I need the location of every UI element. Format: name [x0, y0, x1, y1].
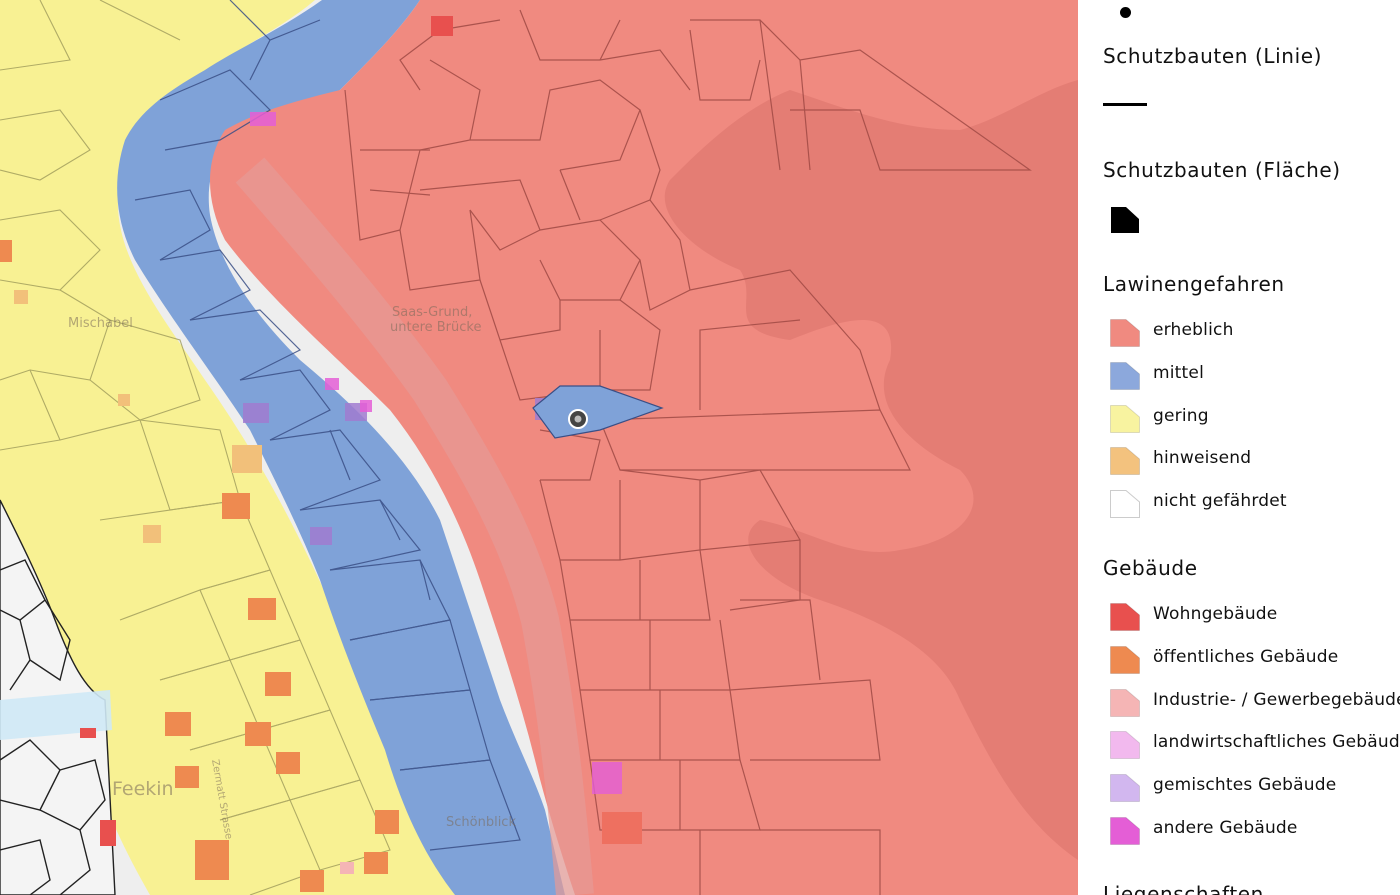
map-pin-marker-icon[interactable]: [568, 409, 588, 429]
legend-hazard-swatch: [1110, 490, 1140, 518]
legend-hazard-swatch: [1110, 361, 1140, 390]
legend-hazard-swatch: [1110, 319, 1140, 347]
line-symbol-icon: [1103, 103, 1147, 106]
hazard-map-canvas[interactable]: Saas-Grund, untere Brücke Mischabel Feek…: [0, 0, 1078, 895]
map-label-mischabel: Mischabel: [68, 316, 133, 331]
legend-title-liegenschaften: Liegenschaften: [1103, 882, 1264, 895]
legend-building-swatch: [1110, 603, 1140, 631]
legend-building-label: landwirtschaftliches Gebäude: [1153, 732, 1400, 753]
polygon-symbol-icon: [1110, 205, 1140, 239]
legend-building-label: Industrie- / Gewerbegebäude: [1153, 689, 1400, 710]
map-label-untere-brucke: untere Brücke: [390, 320, 481, 335]
legend-building-label: öffentliches Gebäude: [1153, 646, 1339, 667]
legend-building-swatch: [1110, 816, 1140, 845]
legend-hazard-label: mittel: [1153, 362, 1204, 383]
legend-building-swatch: [1110, 774, 1140, 802]
legend-title-schutzbauten-flache: Schutzbauten (Fläche): [1103, 158, 1341, 182]
map-label-feekin: Feekin: [112, 778, 174, 800]
legend-hazard-swatch: [1110, 404, 1140, 433]
legend-building-label: andere Gebäude: [1153, 817, 1298, 838]
map-label-schonblick: Schönblick: [446, 815, 516, 830]
legend-title-schutzbauten-linie: Schutzbauten (Linie): [1103, 44, 1323, 68]
legend-title-lawinengefahren: Lawinengefahren: [1103, 272, 1285, 296]
point-symbol-icon: [1120, 7, 1131, 18]
legend-building-label: Wohngebäude: [1153, 604, 1278, 624]
legend-building-swatch: [1110, 731, 1140, 760]
legend-title-gebaude: Gebäude: [1103, 556, 1198, 580]
legend-building-swatch: [1110, 688, 1140, 717]
legend-hazard-label: hinweisend: [1153, 448, 1252, 469]
legend-building-label: gemischtes Gebäude: [1153, 775, 1337, 795]
legend-building-swatch: [1110, 645, 1140, 674]
legend-hazard-swatch: [1110, 447, 1140, 476]
map-label-saas-grund: Saas-Grund,: [392, 305, 472, 320]
map-legend: Schutzbauten (Linie) Schutzbauten (Fläch…: [1078, 0, 1400, 895]
legend-hazard-label: nicht gefährdet: [1153, 491, 1287, 511]
hazard-map[interactable]: Saas-Grund, untere Brücke Mischabel Feek…: [0, 0, 1078, 895]
legend-hazard-label: gering: [1153, 405, 1209, 426]
legend-hazard-label: erheblich: [1153, 320, 1234, 340]
